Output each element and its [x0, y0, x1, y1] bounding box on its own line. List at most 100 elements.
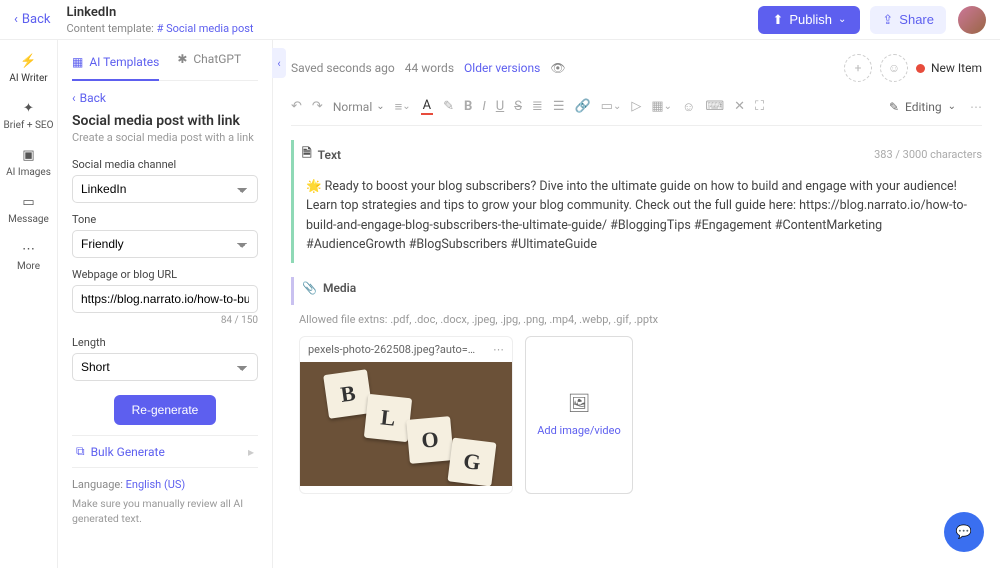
strike-icon[interactable]: S: [514, 99, 522, 114]
share-button[interactable]: ⇪ Share: [870, 6, 946, 34]
sidenav-more[interactable]: ⋯ More: [17, 240, 40, 273]
bulk-generate[interactable]: ⧉ Bulk Generate ▸: [72, 435, 258, 468]
more-icon[interactable]: ⋯: [970, 100, 982, 114]
tab-chatgpt[interactable]: ✱ ChatGPT: [177, 52, 241, 72]
pencil-icon: ✎: [889, 100, 899, 114]
chevron-left-icon: ‹: [72, 91, 76, 105]
regenerate-button[interactable]: Re-generate: [114, 395, 217, 425]
table-icon[interactable]: ▦⌄: [651, 99, 672, 114]
collapse-panel-button[interactable]: ‹: [272, 48, 286, 78]
media-section: 📎 Media: [291, 277, 982, 305]
paperclip-icon: 📎: [302, 281, 317, 295]
message-icon: ▭: [20, 193, 38, 211]
channel-select[interactable]: LinkedIn: [72, 175, 258, 203]
url-char-count: 84 / 150: [72, 315, 258, 326]
editor: Saved seconds ago 44 words Older version…: [273, 40, 1000, 568]
language-link[interactable]: English (US): [126, 478, 186, 491]
video-icon[interactable]: ▷: [631, 99, 641, 114]
tab-ai-templates[interactable]: ▦ AI Templates: [72, 52, 159, 81]
tone-select[interactable]: Friendly: [72, 230, 258, 258]
chat-bubble-icon: 💬: [956, 525, 972, 540]
mode-select[interactable]: ✎ Editing ⌄ ⋯: [889, 100, 982, 114]
list-ol-icon[interactable]: ≣: [532, 99, 543, 114]
chevron-left-icon: ‹: [14, 12, 18, 27]
channel-label: Social media channel: [72, 158, 258, 171]
word-count: 44 words: [405, 61, 454, 75]
length-select[interactable]: Short: [72, 353, 258, 381]
expand-icon[interactable]: ⛶: [755, 99, 764, 114]
text-color-icon[interactable]: A: [421, 98, 433, 115]
italic-icon[interactable]: I: [482, 99, 485, 114]
publish-button[interactable]: ⬆ Publish ⌄: [758, 6, 860, 34]
chevron-right-icon: ▸: [248, 445, 254, 459]
chevron-down-icon: ⌄: [376, 101, 384, 112]
language-row: Language: English (US): [72, 478, 258, 491]
back-label: Back: [22, 12, 51, 27]
template-link[interactable]: # Social media post: [157, 22, 254, 35]
clear-format-icon[interactable]: ✕: [734, 99, 745, 114]
chat-icon: ✱: [177, 52, 187, 66]
sidenav-brief-seo[interactable]: ✦ Brief + SEO: [4, 99, 54, 132]
upload-icon: ⬆: [772, 12, 783, 28]
panel-back[interactable]: ‹ Back: [72, 91, 258, 105]
length-label: Length: [72, 336, 258, 349]
list-ul-icon[interactable]: ☰: [553, 99, 565, 114]
back-link[interactable]: ‹ Back: [14, 12, 50, 27]
grid-icon: ▦: [72, 55, 83, 69]
text-section: 🗎 Text 383 / 3000 characters 🌟 Ready to …: [291, 140, 982, 263]
redo-icon[interactable]: ↷: [312, 99, 323, 114]
chat-fab[interactable]: 💬: [944, 512, 984, 552]
saved-status: Saved seconds ago: [291, 61, 395, 75]
media-section-label: Media: [323, 281, 356, 295]
image-icon[interactable]: ▭⌄: [601, 99, 622, 114]
panel-title: Social media post with link: [72, 113, 258, 129]
sidenav-ai-images[interactable]: ▣ AI Images: [6, 146, 51, 179]
sidenav-ai-writer[interactable]: ⚡ AI Writer: [9, 52, 47, 85]
chevron-down-icon: ⌄: [948, 101, 956, 112]
media-thumbnail[interactable]: B L O G: [300, 362, 512, 486]
chevron-left-icon: ‹: [277, 57, 280, 70]
highlight-icon[interactable]: ✎: [443, 99, 454, 114]
code-icon[interactable]: ⌨: [705, 99, 724, 114]
allowed-extensions: Allowed file extns: .pdf, .doc, .docx, .…: [299, 313, 982, 326]
more-icon: ⋯: [19, 240, 37, 258]
tone-label: Tone: [72, 213, 258, 226]
media-card: pexels-photo-262508.jpeg?auto=comp… ⋯ B …: [299, 336, 513, 494]
share-icon: ⇪: [882, 12, 893, 28]
doc-subtitle: Content template: # Social media post: [66, 22, 758, 35]
status-pill[interactable]: New Item: [916, 61, 982, 75]
ai-warning: Make sure you manually review all AI gen…: [72, 497, 258, 526]
image-placeholder-icon: 🖼: [568, 393, 591, 414]
sidenav-message[interactable]: ▭ Message: [8, 193, 49, 226]
media-more-icon[interactable]: ⋯: [493, 343, 504, 356]
older-versions[interactable]: Older versions: [464, 61, 540, 75]
image-icon: ▣: [19, 146, 37, 164]
sidenav: ⚡ AI Writer ✦ Brief + SEO ▣ AI Images ▭ …: [0, 40, 58, 568]
link-icon[interactable]: 🔗: [574, 99, 590, 114]
bold-icon[interactable]: B: [464, 99, 472, 114]
add-user-icon[interactable]: +: [844, 54, 872, 82]
text-body[interactable]: 🌟 Ready to boost your blog subscribers? …: [302, 169, 982, 257]
text-char-count: 383 / 3000 characters: [874, 148, 982, 161]
doc-title: LinkedIn: [66, 5, 758, 20]
undo-icon[interactable]: ↶: [291, 99, 302, 114]
template-label: Content template:: [66, 22, 153, 35]
avatar[interactable]: [958, 6, 986, 34]
target-icon: ✦: [20, 99, 38, 117]
block-style-select[interactable]: Normal ⌄: [333, 100, 385, 114]
underline-icon[interactable]: U: [496, 99, 504, 114]
align-icon[interactable]: ≡⌄: [395, 99, 411, 115]
url-input[interactable]: [72, 285, 258, 313]
panel-desc: Create a social media post with a link: [72, 131, 258, 144]
status-dot: [916, 64, 925, 73]
assign-icon[interactable]: ☺: [880, 54, 908, 82]
eye-icon[interactable]: 👁: [550, 61, 565, 75]
emoji-icon[interactable]: ☺: [682, 99, 695, 115]
text-section-label: Text: [318, 148, 341, 162]
bolt-icon: ⚡: [20, 52, 38, 70]
doc-icon: 🗎: [302, 144, 312, 165]
chevron-down-icon: ⌄: [838, 14, 846, 25]
copy-icon: ⧉: [76, 444, 85, 459]
url-label: Webpage or blog URL: [72, 268, 258, 281]
add-media-button[interactable]: 🖼 Add image/video: [525, 336, 633, 494]
